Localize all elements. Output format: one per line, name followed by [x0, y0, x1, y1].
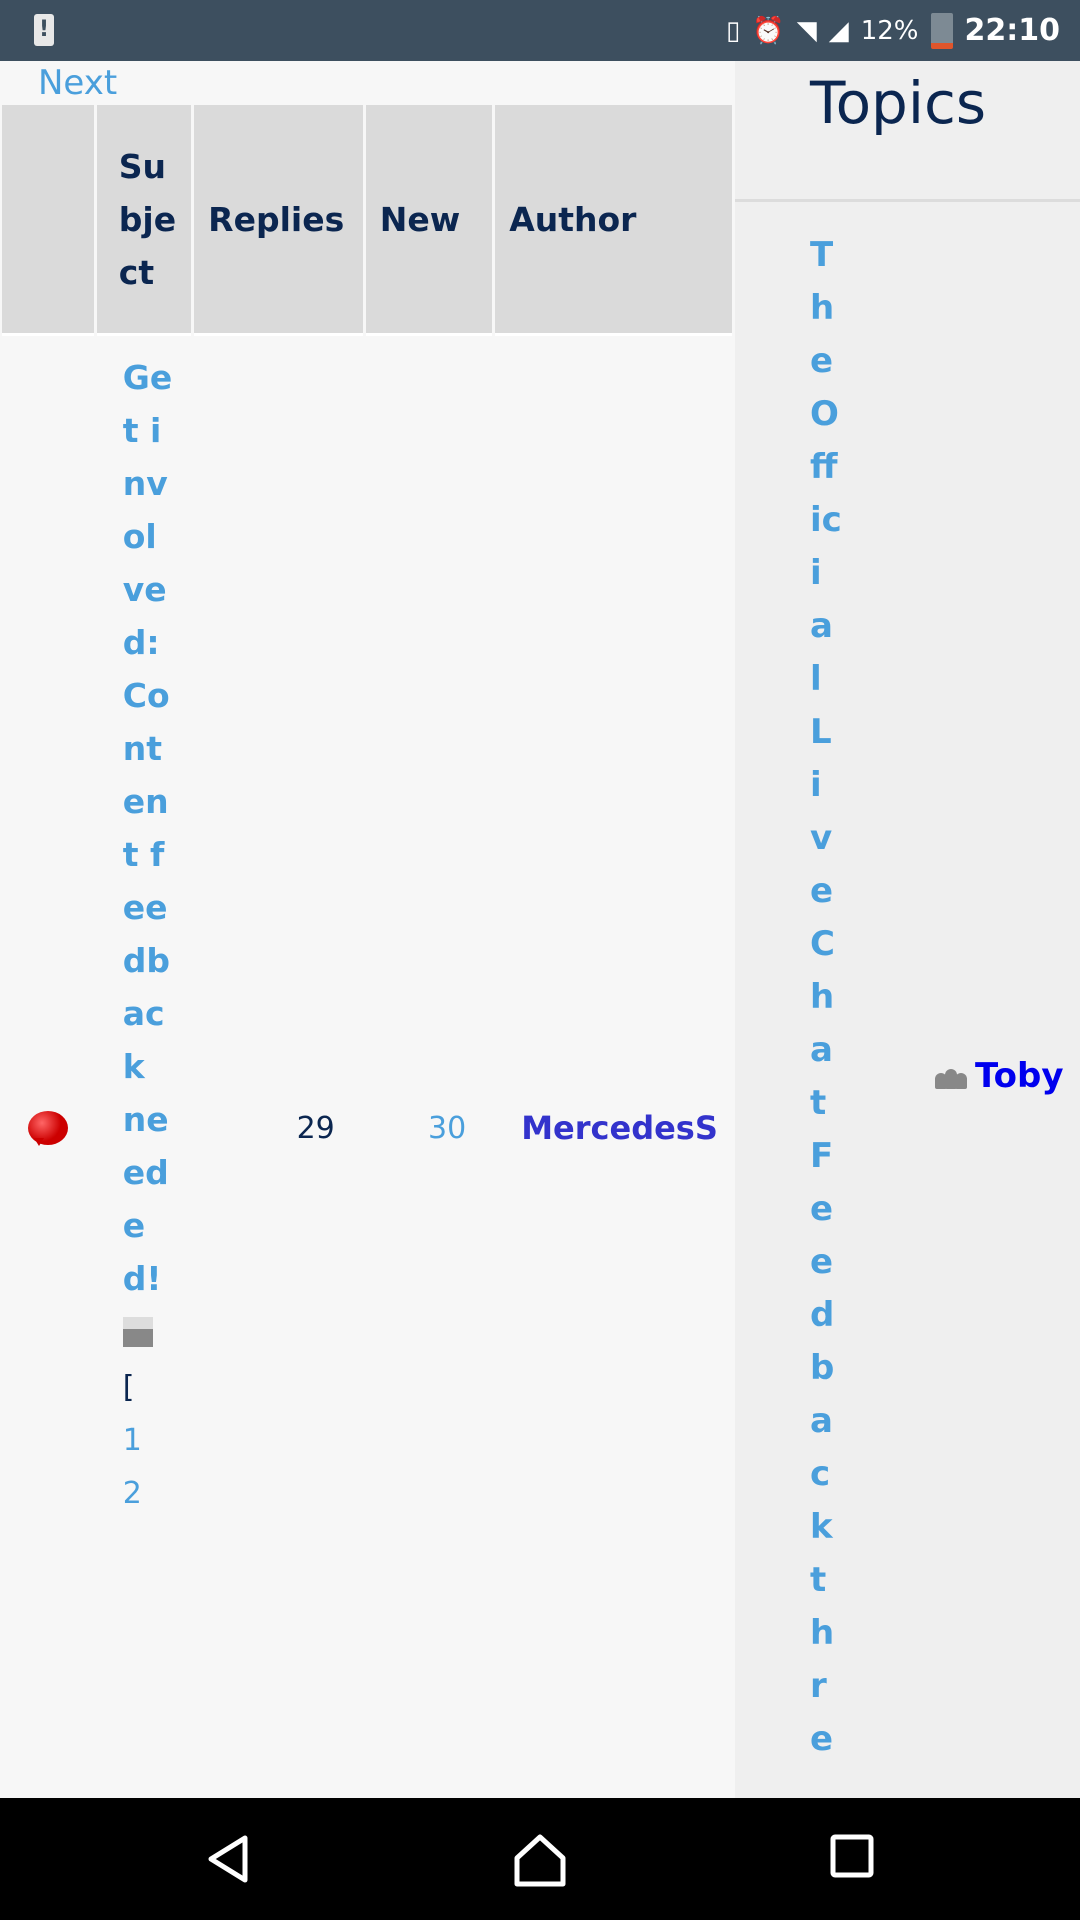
page-link-2[interactable]: 2 [123, 1467, 173, 1520]
alarm-icon: ⏰ [752, 15, 785, 46]
group-icon [935, 1063, 967, 1089]
topic-author: Toby [935, 1056, 1064, 1096]
recents-icon[interactable] [830, 1834, 874, 1878]
featured-topic-link[interactable]: The Official Live Chat Feedback thre [810, 229, 842, 1766]
vibrate-icon: ▯ [726, 15, 741, 46]
topic-list: Next Subject Replies New Author Get invo… [0, 61, 735, 1798]
page-bracket: [ [122, 1370, 135, 1405]
featured-topics-sidebar: Featured Topics The Official Live Chat F… [735, 61, 1080, 1798]
sidebar-title: Featured Topics [810, 61, 1066, 137]
red-speech-bubble-icon [28, 1111, 68, 1146]
topics-table: Subject Replies New Author Get involved:… [0, 105, 735, 1798]
wifi-icon: ◥ [796, 15, 817, 46]
clock: 22:10 [964, 13, 1061, 48]
header-replies[interactable]: Replies [194, 105, 363, 333]
replies-count: 29 [194, 333, 363, 1798]
signal-icon: ◢ [828, 15, 849, 46]
header-subject[interactable]: Subject [96, 105, 192, 333]
divider [735, 199, 1080, 202]
home-icon[interactable] [513, 1834, 567, 1888]
next-page-link[interactable]: Next [38, 63, 117, 103]
image-icon [122, 1317, 153, 1347]
topic-subject-link[interactable]: Get involved: Content feedback needed! [123, 358, 172, 1298]
battery-percent: 12% [860, 15, 919, 46]
header-status [2, 105, 94, 333]
back-icon[interactable] [205, 1834, 255, 1884]
new-count-link[interactable]: 30 [365, 333, 493, 1798]
navigation-bar [0, 1798, 1080, 1920]
page-link-1[interactable]: 1 [123, 1414, 173, 1467]
status-bar: ! ▯ ⏰ ◥ ◢ 12% 22:10 [0, 0, 1080, 61]
alert-icon: ! [34, 14, 54, 46]
author-link[interactable]: MercedesS [495, 333, 732, 1798]
header-new[interactable]: New [365, 105, 493, 333]
table-row: Get involved: Content feedback needed! [… [2, 333, 732, 1798]
table-header: Subject Replies New Author [2, 105, 732, 333]
battery-icon [930, 12, 953, 49]
header-author[interactable]: Author [495, 105, 732, 333]
topic-author-link[interactable]: Toby [975, 1056, 1064, 1096]
